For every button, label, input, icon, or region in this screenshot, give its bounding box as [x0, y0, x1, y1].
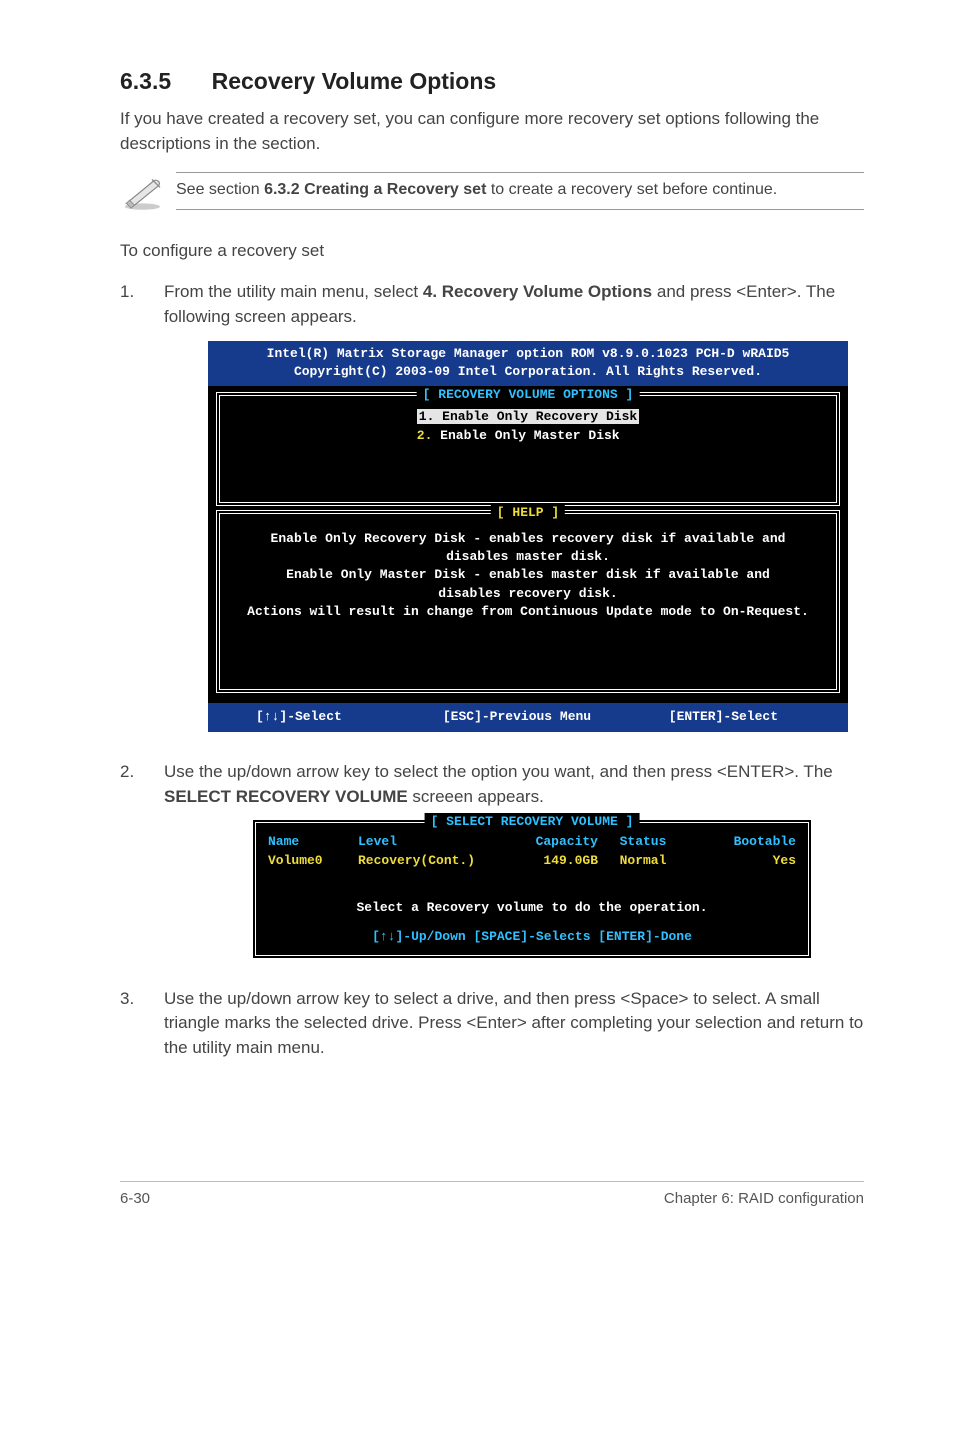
note-text-container: See section 6.3.2 Creating a Recovery se…: [176, 172, 864, 210]
col-level: Level: [358, 833, 508, 852]
cell-level: Recovery(Cont.): [358, 852, 508, 871]
option-2: 2. Enable Only Master Disk: [417, 427, 639, 446]
options-list: 1. Enable Only Recovery Disk 2. Enable O…: [417, 408, 639, 446]
step-number: 2.: [120, 760, 164, 977]
help-body: Enable Only Recovery Disk - enables reco…: [230, 526, 826, 673]
note-block: See section 6.3.2 Creating a Recovery se…: [120, 172, 864, 217]
cell-name: Volume0: [268, 852, 358, 871]
select-recovery-keys: [↑↓]-Up/Down [SPACE]-Selects [ENTER]-Don…: [268, 928, 796, 947]
col-bootable: Bootable: [688, 833, 796, 852]
chapter-label: Chapter 6: RAID configuration: [664, 1190, 864, 1207]
section-title: Recovery Volume Options: [212, 68, 497, 95]
intro-paragraph: If you have created a recovery set, you …: [120, 107, 864, 156]
select-recovery-instruction: Select a Recovery volume to do the opera…: [268, 899, 796, 918]
help-box: [ HELP ] Enable Only Recovery Disk - ena…: [216, 510, 840, 693]
options-legend: [ RECOVERY VOLUME OPTIONS ]: [417, 386, 640, 405]
col-name: Name: [268, 833, 358, 852]
step-body: Use the up/down arrow key to select the …: [164, 760, 864, 977]
console-screenshot-1: Intel(R) Matrix Storage Manager option R…: [208, 341, 848, 732]
step-number: 3.: [120, 987, 164, 1061]
cell-bootable: Yes: [688, 852, 796, 871]
footer-esc: [ESC]-Previous Menu: [430, 708, 604, 727]
section-number: 6.3.5: [120, 68, 171, 95]
step-1: 1. From the utility main menu, select 4.…: [120, 280, 864, 750]
options-box: [ RECOVERY VOLUME OPTIONS ] 1. Enable On…: [216, 392, 840, 506]
step-body: From the utility main menu, select 4. Re…: [164, 280, 864, 750]
select-recovery-box: [ SELECT RECOVERY VOLUME ] Name Level Ca…: [252, 819, 812, 958]
col-capacity: Capacity: [508, 833, 598, 852]
footer-enter: [ENTER]-Select: [604, 708, 838, 727]
step-body: Use the up/down arrow key to select a dr…: [164, 987, 864, 1061]
table-header-row: Name Level Capacity Status Bootable: [268, 833, 796, 852]
step-3: 3. Use the up/down arrow key to select a…: [120, 987, 864, 1061]
configure-line: To configure a recovery set: [120, 239, 864, 264]
steps-list: 1. From the utility main menu, select 4.…: [120, 280, 864, 1061]
section-heading: 6.3.5 Recovery Volume Options: [120, 68, 864, 95]
table-row: Volume0 Recovery(Cont.) 149.0GB Normal Y…: [268, 852, 796, 871]
page-content: 6.3.5 Recovery Volume Options If you hav…: [0, 0, 954, 1247]
page-number: 6-30: [120, 1190, 150, 1207]
page-footer: 6-30 Chapter 6: RAID configuration: [120, 1181, 864, 1207]
console-header: Intel(R) Matrix Storage Manager option R…: [208, 341, 848, 386]
footer-select: [↑↓]-Select: [218, 708, 430, 727]
help-legend: [ HELP ]: [491, 504, 565, 523]
console-footer: [↑↓]-Select [ESC]-Previous Menu [ENTER]-…: [208, 703, 848, 732]
console-screenshot-2: [ SELECT RECOVERY VOLUME ] Name Level Ca…: [252, 819, 812, 958]
console-body: [ RECOVERY VOLUME OPTIONS ] 1. Enable On…: [208, 386, 848, 703]
cell-capacity: 149.0GB: [508, 852, 598, 871]
pen-icon: [120, 172, 176, 217]
select-recovery-legend: [ SELECT RECOVERY VOLUME ]: [425, 813, 640, 832]
cell-status: Normal: [598, 852, 688, 871]
step-2: 2. Use the up/down arrow key to select t…: [120, 760, 864, 977]
step-number: 1.: [120, 280, 164, 750]
note-text: See section 6.3.2 Creating a Recovery se…: [176, 181, 777, 198]
option-1: 1. Enable Only Recovery Disk: [417, 408, 639, 427]
col-status: Status: [598, 833, 688, 852]
